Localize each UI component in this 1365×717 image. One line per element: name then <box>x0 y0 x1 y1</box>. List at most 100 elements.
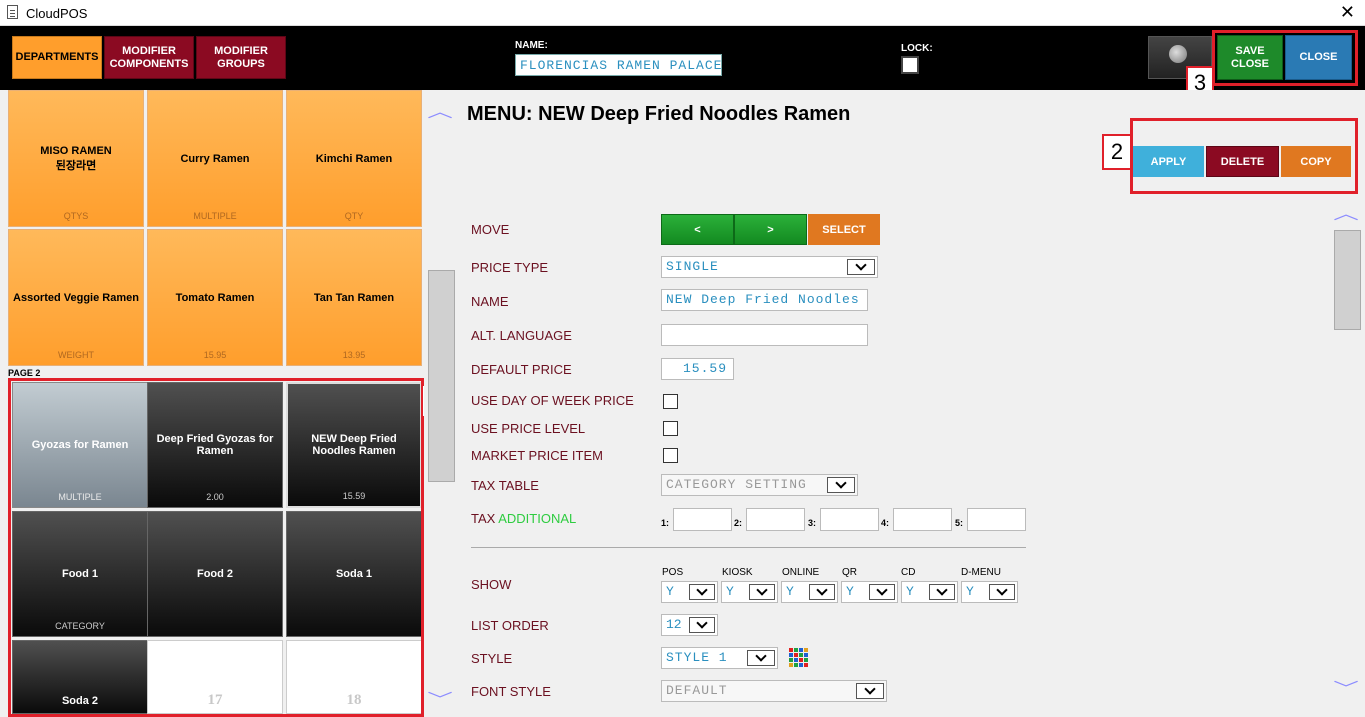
chevron-down-icon[interactable] <box>747 650 775 666</box>
show-value: Y <box>966 584 974 599</box>
chevron-down-icon[interactable] <box>689 617 715 633</box>
move-left-button[interactable]: < <box>661 214 734 245</box>
section-divider <box>471 547 1026 548</box>
tax-label-prefix: TAX <box>471 511 496 526</box>
tax-slot-1-input[interactable] <box>673 508 732 531</box>
use-price-level-checkbox[interactable] <box>663 421 678 436</box>
scroll-down-icon[interactable]: ﹀ <box>427 686 453 710</box>
chevron-down-icon[interactable] <box>749 584 775 600</box>
show-qr-select[interactable]: Y <box>841 581 898 603</box>
item-tile[interactable]: Tan Tan Ramen 13.95 <box>286 229 422 366</box>
title-bar: CloudPOS ✕ <box>0 0 1365 26</box>
style-select[interactable]: STYLE 1 <box>661 647 778 669</box>
tax-slot-2-input[interactable] <box>746 508 805 531</box>
tax-table-select[interactable]: CATEGORY SETTING <box>661 474 858 496</box>
item-tile-sub: 13.95 <box>342 350 366 360</box>
show-online-select[interactable]: Y <box>781 581 838 603</box>
chevron-down-icon[interactable] <box>689 584 715 600</box>
grid-scroll-thumb[interactable] <box>428 270 455 482</box>
item-tile-name: Assorted Veggie Ramen <box>13 291 139 304</box>
move-select-button[interactable]: SELECT <box>808 214 880 245</box>
tax-slot-label: 3: <box>808 518 817 528</box>
font-style-value: DEFAULT <box>666 683 728 698</box>
tax-slot-3-input[interactable] <box>820 508 879 531</box>
chevron-down-icon[interactable] <box>869 584 895 600</box>
delete-button[interactable]: DELETE <box>1206 146 1279 177</box>
chevron-down-icon[interactable] <box>856 683 884 699</box>
scroll-down-icon[interactable]: ﹀ <box>1333 675 1359 699</box>
font-style-label: FONT STYLE <box>471 684 551 699</box>
item-tile-name: MISO RAMEN <box>40 144 112 157</box>
chevron-down-icon[interactable] <box>989 584 1015 600</box>
store-name-input[interactable]: FLORENCIAS RAMEN PALACE <box>515 54 722 76</box>
color-grid-icon[interactable] <box>789 648 809 668</box>
chevron-down-icon[interactable] <box>847 259 875 275</box>
modifier-groups-button[interactable]: MODIFIER GROUPS <box>196 36 286 79</box>
show-pos-select[interactable]: Y <box>661 581 718 603</box>
use-dow-price-checkbox[interactable] <box>663 394 678 409</box>
tax-table-label: TAX TABLE <box>471 478 539 493</box>
show-col-label: CD <box>901 567 916 578</box>
show-value: Y <box>786 584 794 599</box>
font-style-select[interactable]: DEFAULT <box>661 680 887 702</box>
form-scroll-thumb[interactable] <box>1334 230 1361 330</box>
market-price-label: MARKET PRICE ITEM <box>471 448 603 463</box>
window-close-icon[interactable]: ✕ <box>1340 2 1355 22</box>
price-type-select[interactable]: SINGLE <box>661 256 878 278</box>
lock-label: LOCK: <box>901 43 933 54</box>
use-price-level-label: USE PRICE LEVEL <box>471 421 586 436</box>
tax-slot-label: 2: <box>734 518 743 528</box>
apply-button[interactable]: APPLY <box>1133 146 1204 177</box>
tax-label-suffix: ADDITIONAL <box>498 511 577 526</box>
tax-slot-label: 4: <box>881 518 890 528</box>
show-value: Y <box>726 584 734 599</box>
tax-slot-label: 1: <box>661 518 670 528</box>
copy-button[interactable]: COPY <box>1281 146 1351 177</box>
item-tile[interactable]: MISO RAMEN 된장라면 QTYS <box>8 90 144 227</box>
item-tile[interactable]: Kimchi Ramen QTY <box>286 90 422 227</box>
scroll-up-icon[interactable]: ︿ <box>427 98 453 122</box>
price-type-value: SINGLE <box>666 259 719 274</box>
list-order-value: 12 <box>666 617 682 632</box>
show-label: SHOW <box>471 577 512 592</box>
item-tile-sub: MULTIPLE <box>193 211 237 221</box>
item-tile[interactable]: Curry Ramen MULTIPLE <box>147 90 283 227</box>
show-cd-select[interactable]: Y <box>901 581 958 603</box>
item-tile-sub: QTYS <box>63 211 89 221</box>
item-tile-name: Curry Ramen <box>180 152 250 165</box>
chevron-down-icon[interactable] <box>827 477 855 493</box>
lock-checkbox[interactable] <box>901 56 919 74</box>
show-kiosk-select[interactable]: Y <box>721 581 778 603</box>
default-price-input[interactable]: 15.59 <box>661 358 734 380</box>
show-col-label: ONLINE <box>782 567 820 578</box>
annotation-box-3 <box>1212 30 1358 86</box>
chevron-down-icon[interactable] <box>929 584 955 600</box>
show-col-label: KIOSK <box>722 567 753 578</box>
name-label: NAME <box>471 294 509 309</box>
item-tile-sub: QTY <box>344 211 364 221</box>
show-value: Y <box>846 584 854 599</box>
form-scrollbar[interactable]: ︿ ﹀ <box>1330 200 1365 700</box>
alt-language-label: ALT. LANGUAGE <box>471 328 572 343</box>
move-right-button[interactable]: > <box>734 214 807 245</box>
chevron-down-icon[interactable] <box>809 584 835 600</box>
annotation-box-1 <box>8 378 424 717</box>
tax-slot-4-input[interactable] <box>893 508 952 531</box>
list-order-select[interactable]: 12 <box>661 614 718 636</box>
modifier-components-button[interactable]: MODIFIER COMPONENTS <box>104 36 194 79</box>
tax-slot-5-input[interactable] <box>967 508 1026 531</box>
tax-slot-label: 5: <box>955 518 964 528</box>
grid-scrollbar[interactable]: ︿ ﹀ <box>424 90 460 717</box>
show-dmenu-select[interactable]: Y <box>961 581 1018 603</box>
departments-button[interactable]: DEPARTMENTS <box>12 36 102 79</box>
store-name-label: NAME: <box>515 40 548 51</box>
scroll-up-icon[interactable]: ︿ <box>1333 200 1359 224</box>
item-tile-name: Tomato Ramen <box>175 291 255 304</box>
item-tile[interactable]: Assorted Veggie Ramen WEIGHT <box>8 229 144 366</box>
alt-language-input[interactable] <box>661 324 868 346</box>
item-name-input[interactable]: NEW Deep Fried Noodles Ramen <box>661 289 868 311</box>
market-price-checkbox[interactable] <box>663 448 678 463</box>
list-order-label: LIST ORDER <box>471 618 549 633</box>
default-price-label: DEFAULT PRICE <box>471 362 572 377</box>
item-tile[interactable]: Tomato Ramen 15.95 <box>147 229 283 366</box>
